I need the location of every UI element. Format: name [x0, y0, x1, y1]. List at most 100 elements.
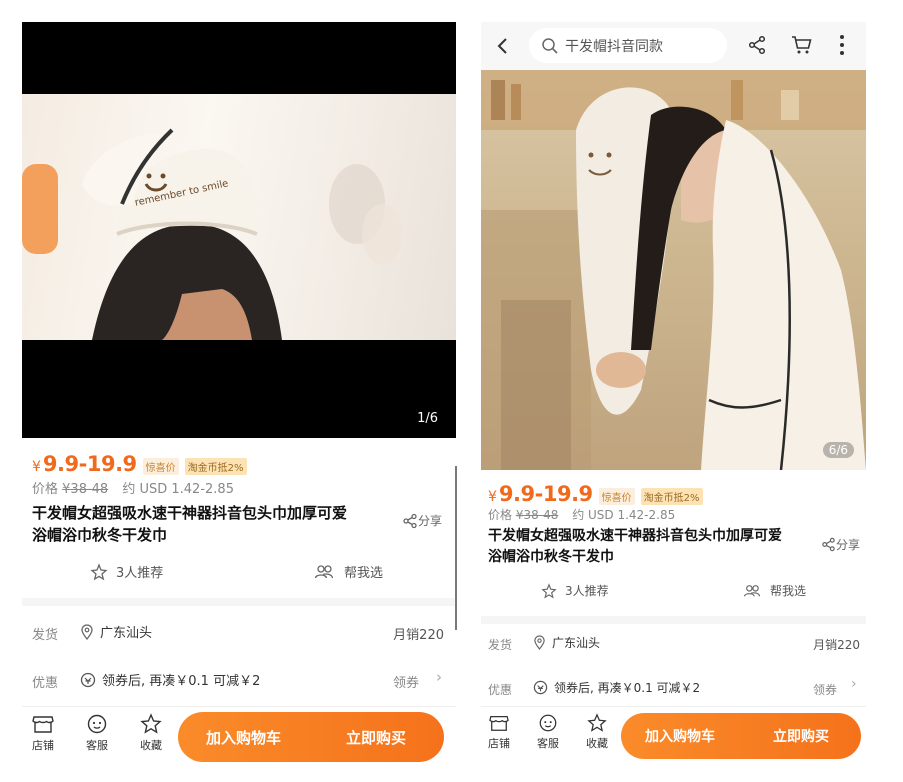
promo-row[interactable]: 领券后, 再凑￥0.1 可减￥2 — [533, 679, 700, 696]
original-price-row: 价格 ¥38-48 约 USD 1.42-2.85 — [32, 478, 234, 497]
title-line-1: 干发帽女超强吸水速干神器抖音包头巾加厚可爱 — [32, 504, 348, 522]
ship-location-text: 广东汕头 — [552, 636, 601, 650]
add-to-cart-button[interactable]: 加入购物车 — [206, 727, 281, 748]
share-button[interactable]: 分享 — [821, 536, 860, 553]
coin-discount-tag: 淘金币抵2% — [184, 458, 247, 475]
service-tab[interactable]: 客服 — [77, 713, 117, 753]
coupon-icon — [80, 672, 96, 687]
price-value: 9.9-19.9 — [42, 452, 137, 476]
store-label: 店铺 — [488, 737, 510, 750]
price-value: 9.9-19.9 — [498, 482, 593, 506]
ship-label: 发货 — [32, 628, 59, 643]
product-video[interactable]: remember to smile 1/6 — [22, 22, 456, 438]
share-icon — [403, 513, 417, 528]
usd-price: 约 USD 1.42-2.85 — [572, 508, 676, 522]
product-photo-image — [481, 70, 866, 470]
left-screen: remember to smile 1/6 ¥ 9.9-19.9 惊喜价 淘金币… — [22, 22, 456, 766]
help-choose-button[interactable]: 帮我选 — [314, 562, 383, 581]
title-line-2: 浴帽浴巾秋冬干发巾 — [488, 549, 614, 565]
share-icon[interactable] — [747, 35, 767, 55]
purchase-cta: 加入购物车 立即购买 — [621, 713, 861, 759]
original-price-label: 价格 — [488, 508, 513, 522]
service-label: 客服 — [86, 739, 108, 752]
product-title: 干发帽女超强吸水速干神器抖音包头巾加厚可爱 浴帽浴巾秋冬干发巾 — [32, 502, 402, 546]
share-label: 分享 — [836, 538, 861, 552]
surprise-price-tag: 惊喜价 — [142, 458, 179, 475]
favorite-label: 收藏 — [140, 739, 162, 752]
search-icon — [542, 37, 558, 54]
coupon-icon — [533, 680, 548, 695]
section-divider — [481, 616, 866, 624]
promo-label: 优惠 — [32, 676, 59, 691]
buy-now-button[interactable]: 立即购买 — [773, 726, 829, 746]
back-arrow-icon[interactable] — [496, 36, 510, 56]
recommend-label: 3人推荐 — [116, 566, 164, 581]
original-price-value: ¥38-48 — [515, 508, 559, 522]
favorite-tab[interactable]: 收藏 — [131, 713, 171, 753]
purchase-cta: 加入购物车 立即购买 — [178, 712, 444, 762]
favorite-label: 收藏 — [586, 737, 608, 750]
coupon-link[interactable]: 领券 — [813, 681, 837, 698]
recommend-label: 3人推荐 — [565, 584, 609, 598]
promo-row[interactable]: 领券后, 再凑￥0.1 可减￥2 — [80, 670, 260, 689]
usd-price: 约 USD 1.42-2.85 — [122, 482, 234, 497]
bottom-action-bar: 店铺 客服 收藏 加入购物车 立即购买 — [22, 706, 456, 766]
cart-icon[interactable] — [791, 35, 813, 55]
recommend-icon — [90, 562, 108, 580]
original-price-label: 价格 — [32, 482, 59, 497]
title-line-1: 干发帽女超强吸水速干神器抖音包头巾加厚可爱 — [488, 528, 782, 544]
price-row: ¥ 9.9-19.9 惊喜价 淘金币抵2% — [488, 482, 703, 506]
add-to-cart-button[interactable]: 加入购物车 — [645, 726, 715, 746]
store-icon — [489, 716, 509, 731]
original-price-value: ¥38-48 — [62, 482, 109, 497]
monthly-sales: 月销220 — [813, 638, 860, 652]
coupon-link[interactable]: 领券 — [393, 672, 419, 691]
help-choose-label: 帮我选 — [344, 566, 384, 581]
video-frame: remember to smile — [22, 94, 456, 340]
help-choose-label: 帮我选 — [770, 584, 807, 598]
chevron-right-icon: › — [851, 676, 857, 692]
chevron-right-icon: › — [436, 668, 442, 686]
title-line-2: 浴帽浴巾秋冬干发巾 — [32, 526, 168, 544]
customer-service-icon — [539, 714, 557, 732]
bottom-action-bar: 店铺 客服 收藏 加入购物车 立即购买 — [481, 706, 866, 766]
ship-location: 广东汕头 — [533, 634, 600, 651]
section-divider — [22, 598, 456, 606]
location-pin-icon — [81, 623, 93, 640]
share-button[interactable]: 分享 — [402, 512, 442, 529]
ship-location: 广东汕头 — [80, 622, 152, 641]
help-choose-button[interactable]: 帮我选 — [743, 582, 806, 599]
star-icon — [587, 713, 607, 732]
promo-text: 领券后, 再凑￥0.1 可减￥2 — [554, 681, 701, 695]
price-currency: ¥ — [488, 489, 497, 505]
surprise-price-tag: 惊喜价 — [598, 488, 635, 505]
people-icon — [314, 564, 334, 578]
search-text: 干发帽抖音同款 — [565, 38, 663, 55]
recommend-button[interactable]: 3人推荐 — [90, 562, 163, 581]
more-icon[interactable] — [839, 34, 845, 56]
store-icon — [32, 716, 54, 733]
product-photo[interactable] — [481, 70, 866, 470]
store-label: 店铺 — [32, 739, 54, 752]
right-screen: 干发帽抖音同款 6/6 ¥ 9.9-19.9 惊喜价 淘金币抵2% 价格 ¥38… — [481, 22, 866, 766]
recommend-icon — [541, 582, 557, 598]
share-icon — [822, 537, 835, 552]
customer-service-icon — [87, 714, 107, 734]
people-icon — [743, 584, 761, 597]
search-box[interactable]: 干发帽抖音同款 — [529, 28, 727, 63]
store-tab[interactable]: 店铺 — [481, 713, 519, 751]
buy-now-button[interactable]: 立即购买 — [346, 727, 406, 748]
store-tab[interactable]: 店铺 — [23, 713, 63, 753]
price-currency: ¥ — [32, 459, 41, 475]
ship-label: 发货 — [488, 638, 513, 652]
ship-location-text: 广东汕头 — [100, 626, 153, 641]
favorite-tab[interactable]: 收藏 — [577, 713, 617, 751]
share-label: 分享 — [418, 514, 443, 528]
service-tab[interactable]: 客服 — [528, 713, 568, 751]
top-nav-bar: 干发帽抖音同款 — [481, 22, 866, 70]
recommend-button[interactable]: 3人推荐 — [541, 582, 609, 599]
location-pin-icon — [534, 635, 545, 650]
original-price-row: 价格 ¥38-48 约 USD 1.42-2.85 — [488, 506, 675, 523]
promo-label: 优惠 — [488, 683, 513, 697]
price-row: ¥ 9.9-19.9 惊喜价 淘金币抵2% — [32, 452, 247, 476]
